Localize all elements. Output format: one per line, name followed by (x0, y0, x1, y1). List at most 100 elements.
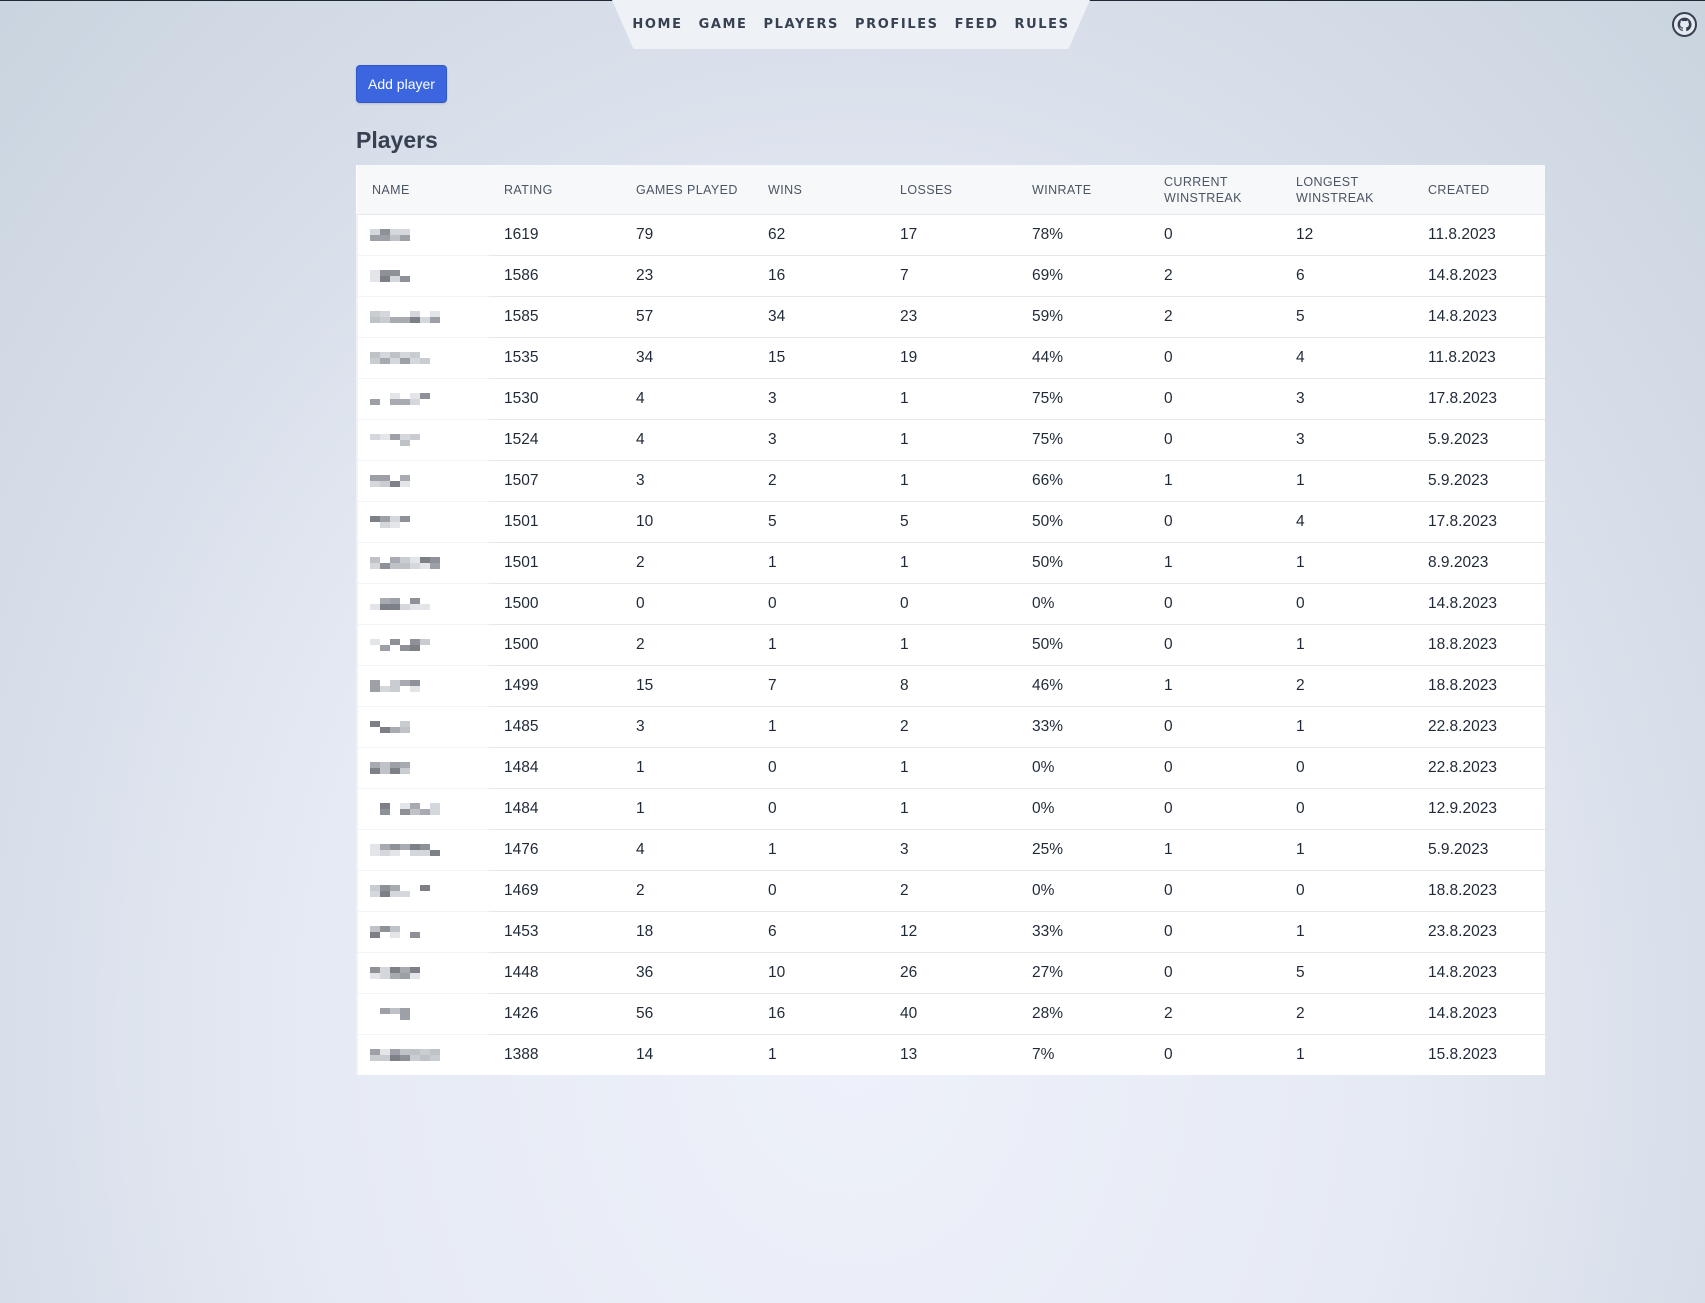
table-row[interactable]: 1388 14 1 13 7% 0 1 15.8.2023 (356, 1034, 1545, 1075)
column-header-games-played[interactable]: GAMES PLAYED (621, 165, 753, 215)
player-name-cell[interactable] (356, 501, 489, 543)
nav-item-rules[interactable]: RULES (1007, 17, 1078, 32)
games-played-cell: 3 (621, 460, 753, 502)
player-name-cell[interactable] (356, 583, 489, 625)
column-header-created[interactable]: CREATED (1413, 165, 1545, 215)
table-row[interactable]: 1501 2 1 1 50% 1 1 8.9.2023 (356, 542, 1545, 584)
losses-cell: 1 (885, 788, 1017, 830)
winrate-cell: 25% (1017, 829, 1149, 871)
games-played-cell: 18 (621, 911, 753, 953)
longest-winstreak-cell: 12 (1281, 214, 1413, 256)
player-name-cell[interactable] (356, 993, 489, 1035)
table-row[interactable]: 1585 57 34 23 59% 2 5 14.8.2023 (356, 296, 1545, 338)
current-winstreak-cell: 0 (1149, 706, 1281, 748)
player-name-cell[interactable] (356, 747, 489, 789)
table-row[interactable]: 1501 10 5 5 50% 0 4 17.8.2023 (356, 501, 1545, 543)
nav-item-home[interactable]: HOME (624, 17, 690, 32)
rating-cell: 1484 (489, 747, 621, 789)
nav-item-players[interactable]: PLAYERS (756, 17, 848, 32)
nav-item-profiles[interactable]: PROFILES (847, 17, 947, 32)
player-name-cell[interactable] (356, 296, 489, 338)
player-name-cell[interactable] (356, 1034, 489, 1075)
redacted-name-pixels (370, 762, 474, 774)
losses-cell: 23 (885, 296, 1017, 338)
created-cell: 12.9.2023 (1413, 788, 1545, 830)
table-row[interactable]: 1453 18 6 12 33% 0 1 23.8.2023 (356, 911, 1545, 953)
created-cell: 5.9.2023 (1413, 460, 1545, 502)
games-played-cell: 1 (621, 747, 753, 789)
losses-cell: 8 (885, 665, 1017, 707)
table-row[interactable]: 1507 3 2 1 66% 1 1 5.9.2023 (356, 460, 1545, 502)
table-row[interactable]: 1484 1 0 1 0% 0 0 22.8.2023 (356, 747, 1545, 789)
player-name-cell[interactable] (356, 788, 489, 830)
player-name-cell[interactable] (356, 460, 489, 502)
table-row[interactable]: 1586 23 16 7 69% 2 6 14.8.2023 (356, 255, 1545, 297)
table-row[interactable]: 1535 34 15 19 44% 0 4 11.8.2023 (356, 337, 1545, 379)
table-row[interactable]: 1524 4 3 1 75% 0 3 5.9.2023 (356, 419, 1545, 461)
current-winstreak-cell: 0 (1149, 214, 1281, 256)
nav-item-feed[interactable]: FEED (947, 17, 1007, 32)
rating-cell: 1586 (489, 255, 621, 297)
player-name-cell[interactable] (356, 419, 489, 461)
player-name-cell[interactable] (356, 829, 489, 871)
player-name-cell[interactable] (356, 214, 489, 256)
losses-cell: 19 (885, 337, 1017, 379)
table-row[interactable]: 1469 2 0 2 0% 0 0 18.8.2023 (356, 870, 1545, 912)
table-row[interactable]: 1448 36 10 26 27% 0 5 14.8.2023 (356, 952, 1545, 994)
wins-cell: 1 (753, 829, 885, 871)
table-row[interactable]: 1500 2 1 1 50% 0 1 18.8.2023 (356, 624, 1545, 666)
games-played-cell: 4 (621, 419, 753, 461)
github-icon[interactable] (1672, 12, 1697, 37)
winrate-cell: 69% (1017, 255, 1149, 297)
redacted-name-pixels (370, 475, 474, 487)
main-content: Add player Players NAME RATING GAMES PLAYE… (356, 65, 1545, 1075)
column-header-losses[interactable]: LOSSES (885, 165, 1017, 215)
wins-cell: 7 (753, 665, 885, 707)
games-played-cell: 4 (621, 378, 753, 420)
created-cell: 17.8.2023 (1413, 378, 1545, 420)
player-name-cell[interactable] (356, 665, 489, 707)
player-name-cell[interactable] (356, 911, 489, 953)
longest-winstreak-cell: 1 (1281, 829, 1413, 871)
player-name-cell[interactable] (356, 542, 489, 584)
column-header-current-winstreak[interactable]: CURRENT WINSTREAK (1149, 165, 1281, 215)
created-cell: 14.8.2023 (1413, 296, 1545, 338)
longest-winstreak-cell: 0 (1281, 788, 1413, 830)
player-name-cell[interactable] (356, 870, 489, 912)
longest-winstreak-cell: 4 (1281, 337, 1413, 379)
wins-cell: 1 (768, 1046, 777, 1063)
longest-winstreak-cell: 1 (1281, 460, 1413, 502)
player-name-cell[interactable] (356, 378, 489, 420)
created-cell: 14.8.2023 (1413, 583, 1545, 625)
player-name-cell[interactable] (356, 952, 489, 994)
column-header-rating[interactable]: RATING (489, 165, 621, 215)
rating-cell: 1485 (489, 706, 621, 748)
table-row[interactable]: 1619 79 62 17 78% 0 12 11.8.2023 (356, 214, 1545, 256)
player-name-cell[interactable] (356, 624, 489, 666)
column-header-longest-winstreak[interactable]: LONGEST WINSTREAK (1281, 165, 1413, 215)
wins-cell: 16 (753, 255, 885, 297)
wins-cell: 1 (753, 706, 885, 748)
column-header-winrate[interactable]: WINRATE (1017, 165, 1149, 215)
losses-cell: 1 (885, 747, 1017, 789)
column-header-wins[interactable]: WINS (753, 165, 885, 215)
player-name-cell[interactable] (356, 255, 489, 297)
losses-cell: 40 (885, 993, 1017, 1035)
column-header-name[interactable]: NAME (357, 165, 489, 215)
table-row[interactable]: 1499 15 7 8 46% 1 2 18.8.2023 (356, 665, 1545, 707)
add-player-button[interactable]: Add player (356, 65, 447, 103)
winrate-cell: 28% (1017, 993, 1149, 1035)
player-name-cell[interactable] (356, 706, 489, 748)
wins-cell: 0 (753, 747, 885, 789)
table-row[interactable]: 1500 0 0 0 0% 0 0 14.8.2023 (356, 583, 1545, 625)
table-row[interactable]: 1484 1 0 1 0% 0 0 12.9.2023 (356, 788, 1545, 830)
table-row[interactable]: 1476 4 1 3 25% 1 1 5.9.2023 (356, 829, 1545, 871)
table-row[interactable]: 1530 4 3 1 75% 0 3 17.8.2023 (356, 378, 1545, 420)
created-cell: 14.8.2023 (1413, 952, 1545, 994)
table-row[interactable]: 1426 56 16 40 28% 2 2 14.8.2023 (356, 993, 1545, 1035)
table-header-row: NAME RATING GAMES PLAYED WINS LOSSES WINRATE C… (357, 165, 1545, 215)
nav-item-game[interactable]: GAME (691, 17, 756, 32)
games-played-cell: 0 (621, 583, 753, 625)
player-name-cell[interactable] (356, 337, 489, 379)
table-row[interactable]: 1485 3 1 2 33% 0 1 22.8.2023 (356, 706, 1545, 748)
